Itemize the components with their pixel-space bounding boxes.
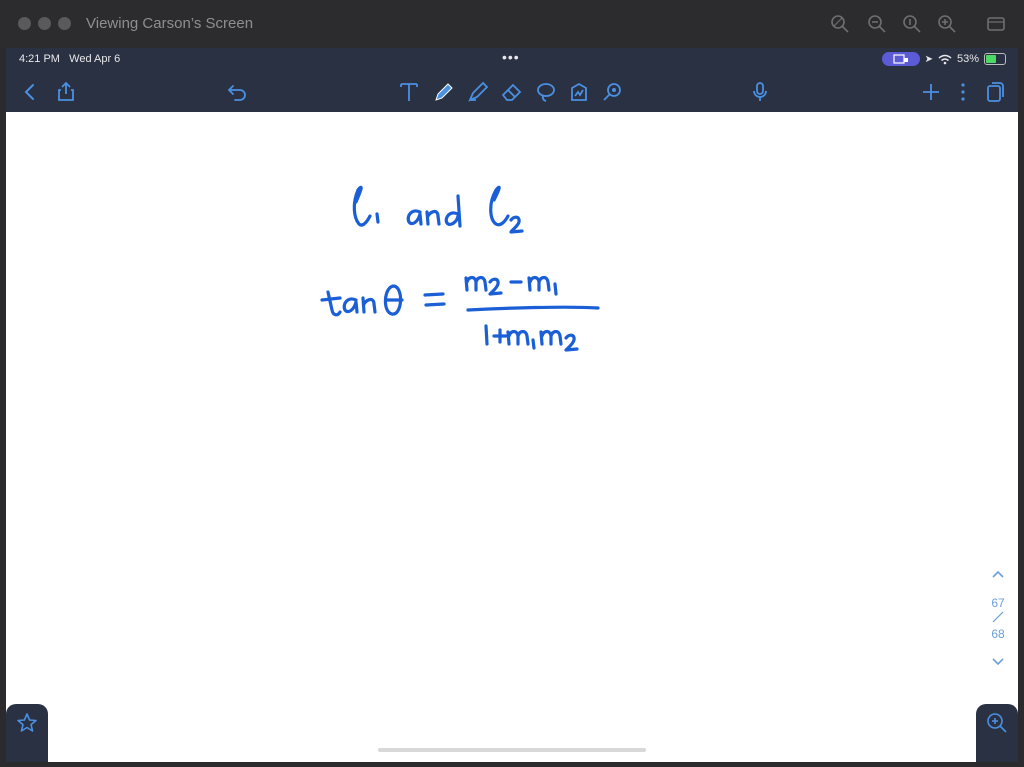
ink-equals: [423, 292, 446, 307]
undo-icon[interactable]: [225, 80, 249, 104]
ink-l1: [352, 185, 380, 227]
favorite-corner: [6, 704, 48, 762]
battery-icon: [984, 53, 1006, 65]
fullscreen-icon[interactable]: [985, 13, 1007, 35]
lasso-tool-icon[interactable]: [534, 80, 558, 104]
multitasking-dots-icon[interactable]: •••: [502, 49, 520, 65]
host-window-titlebar: Viewing Carson’s Screen: [0, 0, 1024, 48]
zoom-out-icon[interactable]: [866, 13, 888, 35]
more-icon[interactable]: [951, 80, 975, 104]
ink-theta: [383, 284, 404, 316]
star-icon[interactable]: [15, 711, 39, 735]
pen-tool-icon[interactable]: [432, 80, 456, 104]
handwritten-ink: [320, 185, 600, 352]
status-time: 4:21 PM: [19, 53, 60, 65]
ink-and: [406, 194, 462, 228]
zoom-fit-icon[interactable]: [829, 13, 851, 35]
ipad-screen: 4:21 PM Wed Apr 6 ••• ➤ 53% 67 68: [6, 48, 1018, 762]
zoom-window-icon[interactable]: [985, 711, 1009, 735]
status-bar: 4:21 PM Wed Apr 6 ••• ➤ 53%: [6, 48, 1018, 70]
back-icon[interactable]: [18, 80, 42, 104]
close-window-button[interactable]: [18, 17, 31, 30]
pages-icon[interactable]: [983, 80, 1007, 104]
location-icon: ➤: [924, 53, 933, 65]
microphone-icon[interactable]: [748, 80, 772, 104]
battery-percent: 53%: [956, 53, 979, 65]
ink-fraction-bar: [466, 305, 600, 312]
wifi-icon: [938, 54, 952, 64]
current-page-number: 67: [991, 596, 1005, 610]
status-date: Wed Apr 6: [69, 53, 121, 65]
page-navigator: 67 68: [986, 568, 1010, 669]
goodnotes-toolbar: [6, 70, 1018, 112]
text-tool-icon[interactable]: [397, 80, 421, 104]
total-page-number: 68: [991, 627, 1005, 641]
window-title: Viewing Carson’s Screen: [86, 15, 254, 32]
eraser-tool-icon[interactable]: [500, 80, 524, 104]
image-tool-icon[interactable]: [567, 80, 591, 104]
actual-size-icon[interactable]: [901, 13, 923, 35]
screen-share-indicator-icon: [881, 52, 920, 66]
status-right: ➤ 53%: [881, 52, 1006, 66]
zoom-window-button[interactable]: [58, 17, 71, 30]
page-up-icon[interactable]: [991, 570, 1005, 579]
zoom-corner: [976, 704, 1018, 762]
highlighter-tool-icon[interactable]: [466, 80, 490, 104]
zoom-in-icon[interactable]: [936, 13, 958, 35]
ink-denominator: [484, 324, 579, 352]
minimize-window-button[interactable]: [38, 17, 51, 30]
ink-l2: [489, 185, 524, 234]
note-canvas[interactable]: [6, 112, 1018, 762]
home-indicator[interactable]: [378, 748, 646, 752]
page-divider-icon: [992, 611, 1004, 623]
ink-numerator: [464, 275, 558, 296]
status-time-date: 4:21 PM Wed Apr 6: [19, 53, 120, 65]
elements-tool-icon[interactable]: [600, 80, 624, 104]
share-icon[interactable]: [54, 80, 78, 104]
ink-tan: [320, 290, 377, 317]
page-down-icon[interactable]: [991, 657, 1005, 666]
plus-icon[interactable]: [919, 80, 943, 104]
